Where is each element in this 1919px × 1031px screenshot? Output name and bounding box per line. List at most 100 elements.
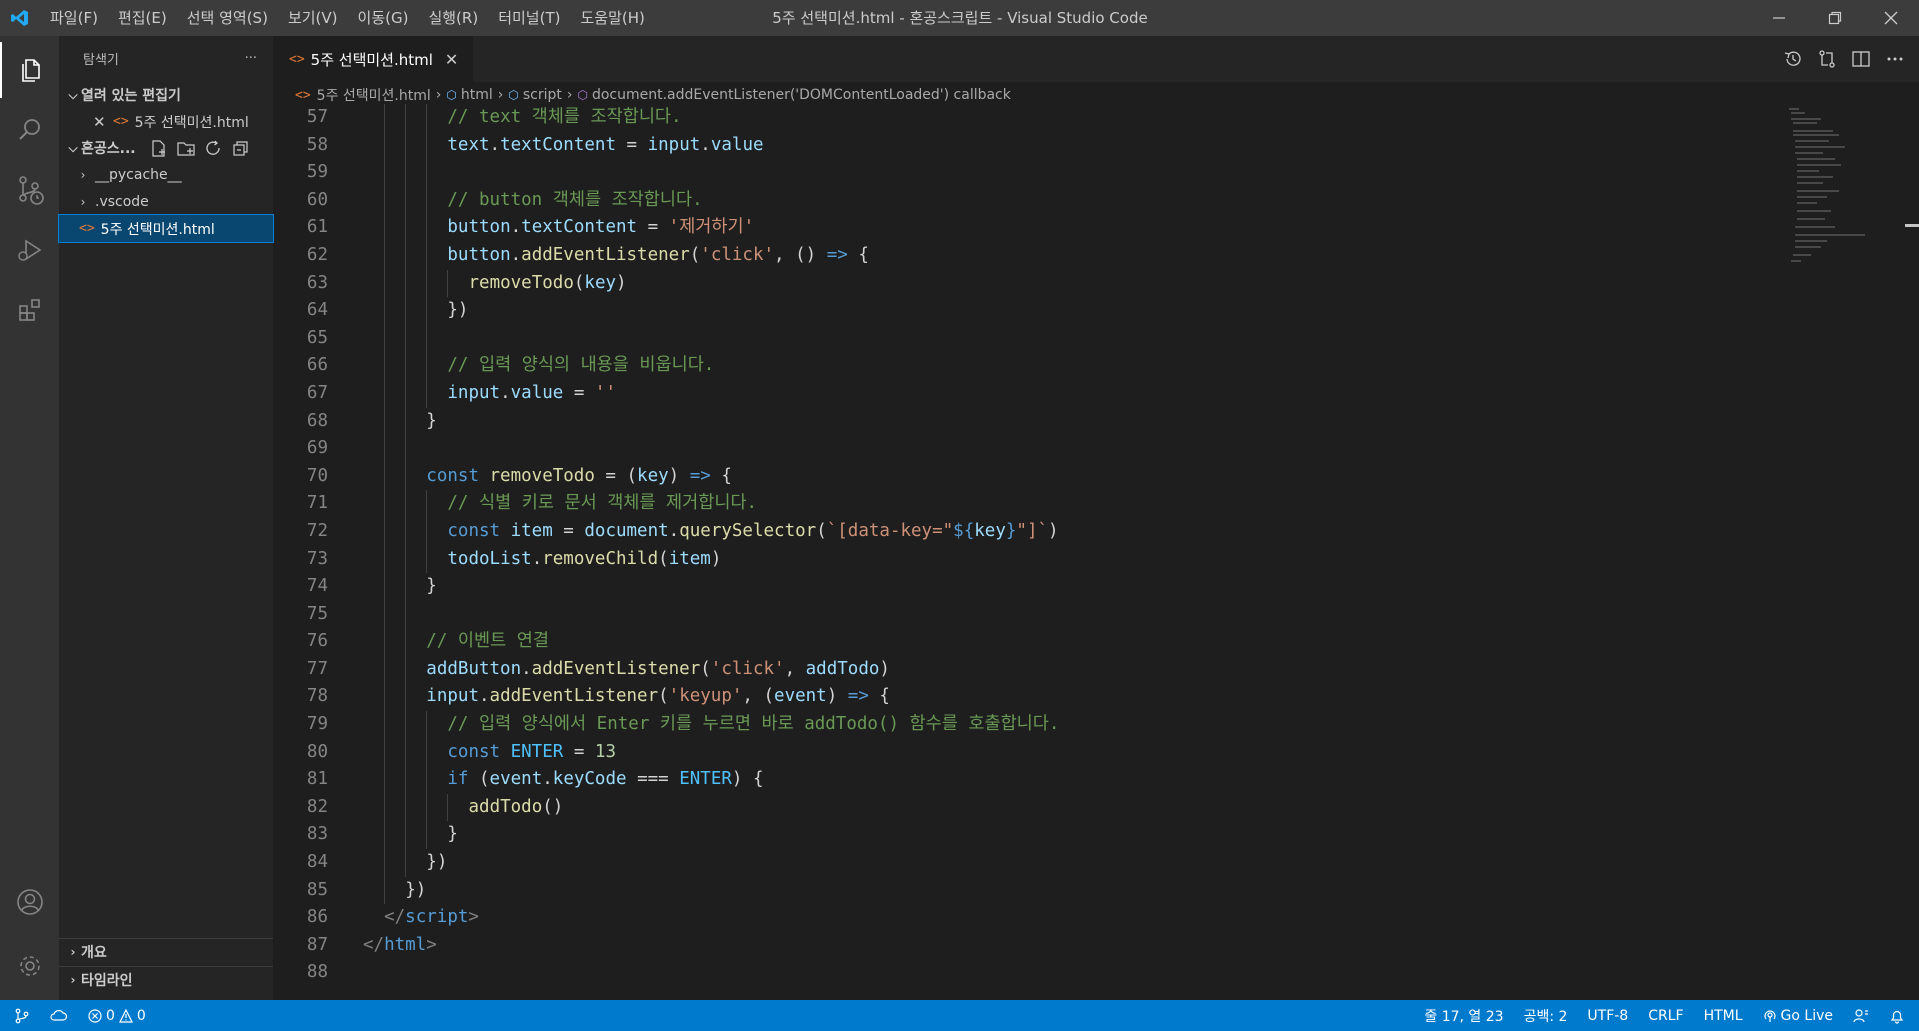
code-token: ENTER bbox=[510, 741, 564, 762]
tree-item-vscode[interactable]: › .vscode bbox=[59, 188, 273, 215]
code-line[interactable]: 70 const removeTodo = (key) => { bbox=[273, 462, 1773, 491]
explorer-button[interactable] bbox=[0, 42, 59, 98]
code-line[interactable]: 78 input.addEventListener('keyup', (event… bbox=[273, 683, 1773, 712]
source-control-status[interactable] bbox=[0, 1000, 40, 1031]
code-line[interactable]: 69 bbox=[273, 435, 1773, 463]
new-folder-icon[interactable] bbox=[177, 140, 195, 157]
minimize-icon bbox=[1773, 17, 1785, 19]
feedback-button[interactable] bbox=[1843, 1000, 1879, 1031]
timeline-history-button[interactable] bbox=[1783, 49, 1803, 69]
menu-file[interactable]: 파일(F) bbox=[40, 0, 108, 36]
code-line[interactable]: 68} bbox=[273, 407, 1773, 436]
open-editors-section[interactable]: ⌵ 열려 있는 편집기 bbox=[59, 82, 273, 108]
menu-view[interactable]: 보기(V) bbox=[278, 0, 348, 36]
code-token: 13 bbox=[594, 741, 616, 762]
line-number: 62 bbox=[306, 244, 328, 265]
encoding-status[interactable]: UTF-8 bbox=[1577, 1000, 1638, 1031]
notifications-button[interactable] bbox=[1879, 1000, 1919, 1031]
close-tab-icon[interactable]: ✕ bbox=[445, 50, 458, 69]
code-line[interactable]: 85}) bbox=[273, 876, 1773, 905]
open-editor-item[interactable]: ✕ <> 5주 선택미션.html bbox=[59, 108, 273, 135]
scrollbar-thumb[interactable] bbox=[1905, 224, 1919, 227]
code-line[interactable]: 73 todoList.removeChild(item) bbox=[273, 545, 1773, 574]
menu-edit[interactable]: 편집(E) bbox=[108, 0, 177, 36]
folder-actions bbox=[150, 139, 249, 157]
code-line[interactable]: 58 text.textContent = input.value bbox=[273, 131, 1773, 160]
code-line[interactable]: 75 bbox=[273, 600, 1773, 629]
open-editors-label: 열려 있는 편집기 bbox=[81, 88, 181, 104]
folder-section[interactable]: ⌵ 혼공스... bbox=[59, 135, 273, 161]
code-token: { bbox=[868, 686, 890, 707]
indentation-status[interactable]: 공백: 2 bbox=[1514, 1000, 1578, 1031]
code-line[interactable]: 61 button.textContent = '제거하기' bbox=[273, 214, 1773, 242]
code-line[interactable]: 74} bbox=[273, 573, 1773, 601]
code-line[interactable]: 82 addTodo() bbox=[273, 793, 1773, 822]
open-editor-label: 5주 선택미션.html bbox=[134, 114, 249, 131]
code-line[interactable]: 72 const item = document.querySelector(`[… bbox=[273, 517, 1773, 546]
menu-help[interactable]: 도움말(H) bbox=[570, 0, 654, 36]
code-line[interactable]: 64}) bbox=[273, 297, 1773, 325]
sync-status[interactable] bbox=[40, 1000, 78, 1031]
code-line[interactable]: 63 removeTodo(key) bbox=[273, 269, 1773, 298]
minimap[interactable] bbox=[1785, 104, 1905, 284]
open-changes-button[interactable] bbox=[1817, 49, 1837, 69]
code-line[interactable]: 57 // text 객체를 조작합니다. bbox=[273, 104, 1773, 132]
code-editor[interactable]: 57// text 객체를 조작합니다. 58 text.textContent =… bbox=[273, 104, 1773, 1000]
code-token: document bbox=[584, 520, 669, 541]
tree-item-html-file[interactable]: <> 5주 선택미션.html bbox=[58, 214, 274, 243]
code-line[interactable]: 71 // 식별 키로 문서 객체를 제거합니다. bbox=[273, 490, 1773, 518]
menu-selection[interactable]: 선택 영역(S) bbox=[177, 0, 278, 36]
code-line[interactable]: 76 // 이벤트 연결 bbox=[273, 628, 1773, 656]
language-mode[interactable]: HTML bbox=[1694, 1000, 1753, 1031]
code-line[interactable]: 62 button.addEventListener('click', () =>… bbox=[273, 241, 1773, 270]
code-line[interactable]: 87 </html> bbox=[273, 932, 1773, 960]
breadcrumb-html[interactable]: html bbox=[461, 87, 493, 103]
manage-button[interactable] bbox=[0, 938, 59, 994]
breadcrumb-script[interactable]: script bbox=[523, 87, 562, 103]
menu-go[interactable]: 이동(G) bbox=[348, 0, 419, 36]
code-line[interactable]: 83} bbox=[273, 821, 1773, 850]
code-line[interactable]: 81 if (event.keyCode === ENTER) { bbox=[273, 766, 1773, 794]
outline-section[interactable]: › 개요 bbox=[59, 938, 273, 965]
more-actions-button[interactable] bbox=[1885, 49, 1905, 69]
code-line[interactable]: 84}) bbox=[273, 849, 1773, 877]
code-line[interactable]: 60 // button 객체를 조작합니다. bbox=[273, 186, 1773, 215]
breadcrumb-file[interactable]: 5주 선택미션.html bbox=[317, 85, 431, 105]
folder-label: 혼공스... bbox=[81, 141, 136, 157]
menu-run[interactable]: 실행(R) bbox=[418, 0, 488, 36]
breadcrumb-callback[interactable]: document.addEventListener('DOMContentLoa… bbox=[592, 87, 1011, 103]
code-line[interactable]: 59 bbox=[273, 159, 1773, 187]
close-window-button[interactable] bbox=[1863, 0, 1919, 36]
editor-tab[interactable]: <> 5주 선택미션.html ✕ bbox=[273, 36, 473, 82]
tree-item-pycache[interactable]: › __pycache__ bbox=[59, 161, 273, 188]
code-line[interactable]: 66 // 입력 양식의 내용을 비웁니다. bbox=[273, 352, 1773, 380]
run-debug-button[interactable] bbox=[0, 222, 59, 278]
more-actions-button[interactable]: ··· bbox=[245, 51, 257, 66]
eol-status[interactable]: CRLF bbox=[1638, 1000, 1693, 1031]
code-line[interactable]: 88 bbox=[273, 959, 1773, 987]
code-line[interactable]: 79 // 입력 양식에서 Enter 키를 누르면 바로 addTodo() 함… bbox=[273, 711, 1773, 739]
close-icon[interactable]: ✕ bbox=[93, 113, 113, 131]
problems-status[interactable]: 0 0 bbox=[78, 1000, 156, 1031]
refresh-icon[interactable] bbox=[205, 140, 222, 157]
source-control-button[interactable] bbox=[0, 162, 59, 218]
code-line[interactable]: 77 addButton.addEventListener('click', ad… bbox=[273, 655, 1773, 684]
timeline-section[interactable]: › 타임라인 bbox=[59, 966, 273, 993]
extensions-button[interactable] bbox=[0, 282, 59, 338]
code-line[interactable]: 80 const ENTER = 13 bbox=[273, 738, 1773, 767]
code-token: ) bbox=[1048, 520, 1059, 541]
menu-terminal[interactable]: 터미널(T) bbox=[488, 0, 570, 36]
new-file-icon[interactable] bbox=[150, 139, 167, 157]
collapse-all-icon[interactable] bbox=[232, 140, 249, 157]
code-line[interactable]: 86 </script> bbox=[273, 904, 1773, 932]
cursor-position[interactable]: 줄 17, 열 23 bbox=[1414, 1000, 1513, 1031]
restore-button[interactable] bbox=[1807, 0, 1863, 36]
tab-label: 5주 선택미션.html bbox=[310, 50, 433, 69]
go-live-button[interactable]: Go Live bbox=[1753, 1000, 1843, 1031]
accounts-button[interactable] bbox=[0, 874, 59, 930]
code-line[interactable]: 65 bbox=[273, 324, 1773, 353]
code-line[interactable]: 67 input.value = '' bbox=[273, 379, 1773, 408]
split-editor-button[interactable] bbox=[1851, 49, 1871, 69]
minimize-button[interactable] bbox=[1751, 0, 1807, 36]
search-button[interactable] bbox=[0, 102, 59, 158]
